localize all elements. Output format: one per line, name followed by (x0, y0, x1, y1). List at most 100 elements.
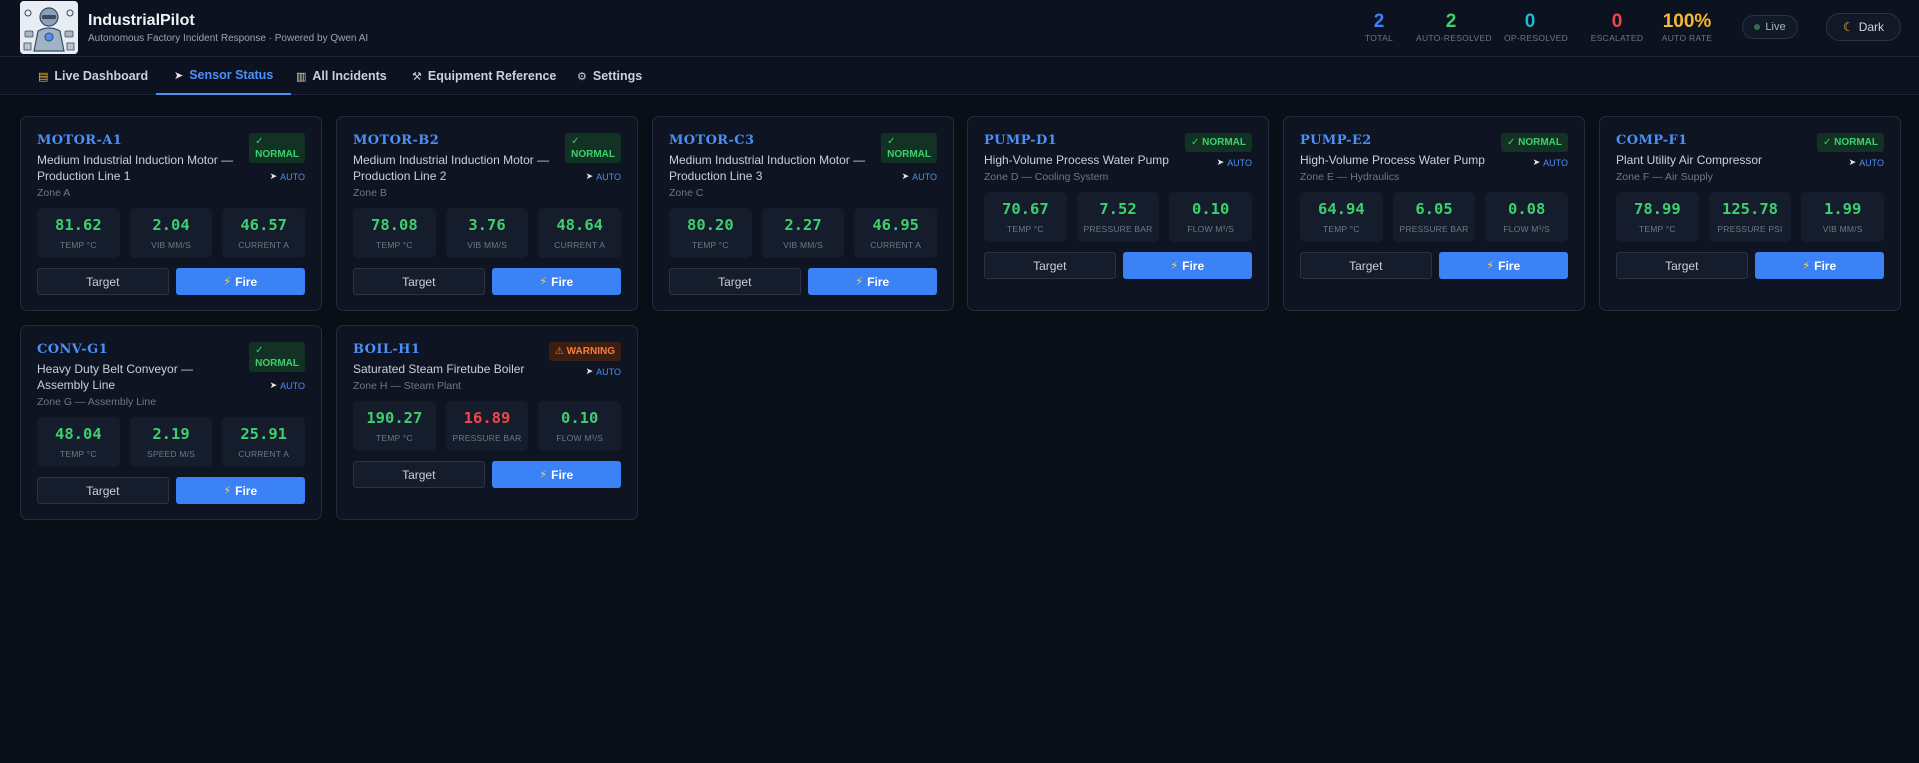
stat-auto-rate: 100% AUTO RATE (1660, 12, 1714, 44)
wrench-icon: ⚒ (412, 70, 422, 83)
stat-escalated: 0 ESCALATED (1590, 11, 1644, 44)
metrics-row: 78.99 TEMP °C 125.78 PRESSURE PSI 1.99 VIB … (1616, 192, 1885, 242)
fire-button[interactable]: ⚡ Fire (491, 461, 621, 488)
fire-button[interactable]: ⚡ Fire (1438, 252, 1568, 279)
metric-current: 48.64 CURRENT A (538, 208, 622, 258)
card-actions: Target ⚡ Fire (1616, 252, 1884, 279)
equipment-id: COMP-F1 (1616, 133, 1688, 148)
gear-icon: ⚙ (577, 70, 587, 83)
metric-unit: CURRENT A (870, 240, 922, 250)
target-button[interactable]: Target (353, 461, 485, 488)
metric-temp: 70.67 TEMP °C (984, 192, 1067, 242)
tab-settings[interactable]: ⚙ Settings (559, 57, 660, 95)
warning-icon: ⚠ (554, 346, 564, 357)
status-badge: ✓ NORMAL (881, 133, 937, 163)
tab-label: Equipment Reference (427, 69, 557, 83)
fire-button[interactable]: ⚡ Fire (1122, 252, 1252, 279)
metrics-row: 190.27 TEMP °C 16.89 PRESSURE BAR 0.10 FLOW… (353, 401, 622, 451)
metric-value: 6.05 (1415, 200, 1453, 218)
fire-label: Fire (551, 274, 574, 289)
target-button[interactable]: Target (1616, 252, 1748, 279)
target-button[interactable]: Target (353, 268, 485, 295)
status-text: NORMAL (1834, 137, 1878, 148)
fire-button[interactable]: ⚡ Fire (807, 268, 937, 295)
metric-pressure: 6.05 PRESSURE BAR (1392, 192, 1476, 242)
metric-flow: 0.10 FLOW M³/S (538, 401, 622, 451)
status-badge: ✓ NORMAL (249, 133, 305, 163)
app-subtitle: Autonomous Factory Incident Response · P… (88, 33, 369, 44)
equipment-description: Heavy Duty Belt Conveyor — Assembly Line… (37, 361, 237, 410)
status-text: NORMAL (1202, 137, 1246, 148)
stat-value: 0 (1611, 11, 1623, 32)
description-text: High-Volume Process Water Pump (984, 153, 1169, 167)
theme-toggle-button[interactable]: ☾ Dark (1826, 13, 1901, 41)
metric-unit: TEMP °C (1638, 224, 1676, 234)
tab-equipment-reference[interactable]: ⚒ Equipment Reference (394, 57, 574, 95)
metric-value: 2.27 (784, 216, 822, 234)
fire-button[interactable]: ⚡ Fire (175, 268, 305, 295)
auto-indicator: ➤ AUTO (270, 380, 305, 391)
stat-label: OP-RESOLVED (1504, 33, 1569, 43)
equipment-zone: Zone G — Assembly Line (37, 396, 157, 408)
metric-unit: TEMP °C (691, 240, 729, 250)
metric-speed: 2.19 SPEED M/S (129, 417, 213, 467)
fire-label: Fire (1814, 258, 1837, 273)
cursor-icon: ➤ (269, 171, 278, 181)
tab-live-dashboard[interactable]: ▤ Live Dashboard (20, 57, 166, 95)
equipment-zone: Zone D — Cooling System (984, 171, 1109, 183)
metric-value: 0.08 (1508, 200, 1546, 218)
card-actions: Target ⚡ Fire (37, 477, 305, 504)
metric-value: 16.89 (463, 409, 511, 427)
auto-label: AUTO (280, 171, 305, 182)
stat-op-resolved: 0 OP-RESOLVED (1504, 12, 1569, 44)
target-button[interactable]: Target (669, 268, 801, 295)
target-button[interactable]: Target (984, 252, 1116, 279)
metric-value: 3.76 (468, 216, 506, 234)
tab-all-incidents[interactable]: ▥ All Incidents (278, 57, 405, 95)
target-button[interactable]: Target (1300, 252, 1432, 279)
metric-value: 190.27 (366, 409, 423, 427)
metric-value: 2.04 (152, 216, 190, 234)
cursor-icon: ➤ (585, 366, 594, 376)
bolt-icon: ⚡ (1802, 260, 1811, 272)
tab-sensor-status[interactable]: ➤ Sensor Status (156, 57, 292, 95)
fire-label: Fire (1182, 258, 1205, 273)
live-indicator[interactable]: Live (1742, 15, 1798, 39)
equipment-card-boil-h1: BOIL-H1 Saturated Steam Firetube Boiler … (336, 325, 638, 520)
metric-value: 7.52 (1099, 200, 1137, 218)
status-badge: ✓ NORMAL (1184, 133, 1252, 152)
target-button[interactable]: Target (37, 477, 169, 504)
fire-label: Fire (235, 274, 258, 289)
description-text: High-Volume Process Water Pump (1300, 153, 1485, 167)
equipment-zone: Zone F — Air Supply (1616, 171, 1713, 183)
auto-label: AUTO (596, 366, 621, 377)
equipment-zone: Zone C (669, 187, 704, 199)
metric-value: 80.20 (687, 216, 734, 234)
status-badge: ✓ NORMAL (1816, 133, 1884, 152)
equipment-card-pump-e2: PUMP-E2 High-Volume Process Water Pump Z… (1283, 116, 1585, 311)
metric-unit: TEMP °C (375, 433, 413, 443)
fire-button[interactable]: ⚡ Fire (175, 477, 305, 504)
metric-current: 46.57 CURRENT A (222, 208, 306, 258)
metric-current: 25.91 CURRENT A (222, 417, 306, 467)
cursor-icon: ➤ (1848, 157, 1857, 167)
metric-value: 46.57 (240, 216, 288, 234)
metric-unit: CURRENT A (554, 240, 606, 250)
equipment-description: High-Volume Process Water Pump Zone E — … (1300, 152, 1515, 185)
auto-indicator: ➤ AUTO (1849, 157, 1884, 168)
metric-temp: 80.20 TEMP °C (669, 208, 752, 258)
equipment-card-motor-b2: MOTOR-B2 Medium Industrial Induction Mot… (336, 116, 638, 311)
metric-value: 78.08 (371, 216, 418, 234)
tab-label: Live Dashboard (54, 69, 149, 83)
equipment-id: MOTOR-B2 (353, 133, 440, 148)
cursor-icon: ➤ (901, 171, 910, 181)
auto-label: AUTO (1227, 157, 1252, 168)
bolt-icon: ⚡ (1486, 260, 1495, 272)
status-badge: ✓ NORMAL (249, 342, 305, 372)
fire-button[interactable]: ⚡ Fire (1754, 252, 1884, 279)
cursor-icon: ➤ (1216, 157, 1225, 167)
metric-unit: PRESSURE PSI (1717, 224, 1783, 234)
target-button[interactable]: Target (37, 268, 169, 295)
card-actions: Target ⚡ Fire (353, 461, 621, 488)
fire-button[interactable]: ⚡ Fire (491, 268, 621, 295)
